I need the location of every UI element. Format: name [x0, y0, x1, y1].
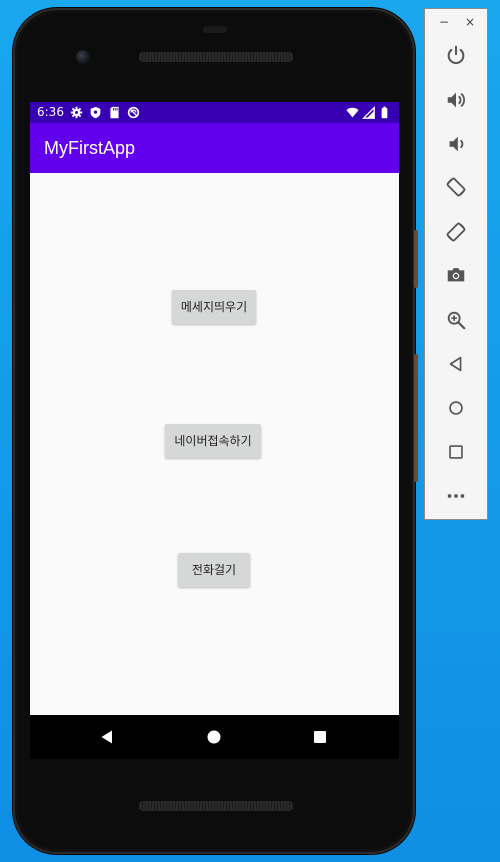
power-button[interactable]: [443, 42, 469, 68]
screenshot-button[interactable]: [443, 262, 469, 288]
sd-card-icon: [110, 106, 119, 119]
volume-side-button: [414, 354, 418, 482]
battery-icon: [381, 106, 388, 119]
make-call-button[interactable]: 전화걸기: [178, 553, 250, 587]
navigation-bar: [30, 715, 399, 759]
close-button[interactable]: ×: [465, 15, 475, 29]
status-notification-icons: [70, 105, 140, 120]
rotate-right-icon: [446, 222, 466, 242]
volume-down-icon: [449, 136, 464, 152]
main-content: 메세지띄우기 네이버접속하기 전화걸기: [30, 173, 399, 715]
back-icon: [449, 356, 462, 372]
overview-icon: [449, 445, 463, 459]
top-speaker-grill: [139, 52, 293, 62]
volume-down-button[interactable]: [443, 131, 469, 157]
earpiece: [203, 26, 227, 33]
bottom-speaker-grill: [139, 801, 293, 811]
emulator-toolbar: − ×: [424, 8, 488, 520]
cell-signal-icon: [362, 106, 375, 119]
overview-button[interactable]: [443, 439, 469, 465]
home-circle-icon[interactable]: [204, 727, 224, 747]
phone-device-frame: 6:36 MyFirstApp 메세지띄우기 네이버접속하기 전화걸기: [13, 8, 418, 854]
app-title: MyFirstApp: [44, 138, 136, 158]
minimize-button[interactable]: −: [439, 15, 449, 29]
open-naver-button[interactable]: 네이버접속하기: [165, 424, 261, 458]
home-button[interactable]: [443, 395, 469, 421]
sync-circle-icon: [127, 106, 140, 119]
status-bar: 6:36: [30, 102, 399, 123]
home-icon: [449, 401, 463, 415]
more-button[interactable]: [443, 483, 469, 509]
app-bar: MyFirstApp: [30, 123, 399, 173]
volume-up-button[interactable]: [443, 87, 469, 113]
settings-gear-icon: [70, 106, 83, 119]
volume-up-icon: [447, 92, 465, 108]
recents-square-icon[interactable]: [310, 727, 330, 747]
status-time: 6:36: [37, 105, 64, 119]
phone-screen: 6:36 MyFirstApp 메세지띄우기 네이버접속하기 전화걸기: [30, 102, 399, 715]
status-system-icons: [346, 105, 391, 120]
rotate-left-button[interactable]: [443, 174, 469, 200]
camera-icon: [447, 268, 465, 282]
zoom-icon: [447, 311, 466, 330]
show-message-button[interactable]: 메세지띄우기: [172, 290, 256, 324]
power-side-button: [414, 230, 418, 288]
more-icon: [447, 494, 465, 498]
front-camera-icon: [76, 50, 90, 64]
rotate-left-icon: [446, 177, 466, 197]
zoom-button[interactable]: [443, 307, 469, 333]
wifi-icon: [346, 107, 359, 118]
back-button[interactable]: [443, 351, 469, 377]
power-icon: [447, 45, 465, 64]
rotate-right-button[interactable]: [443, 219, 469, 245]
shield-icon: [90, 106, 101, 119]
back-triangle-icon[interactable]: [97, 727, 117, 747]
